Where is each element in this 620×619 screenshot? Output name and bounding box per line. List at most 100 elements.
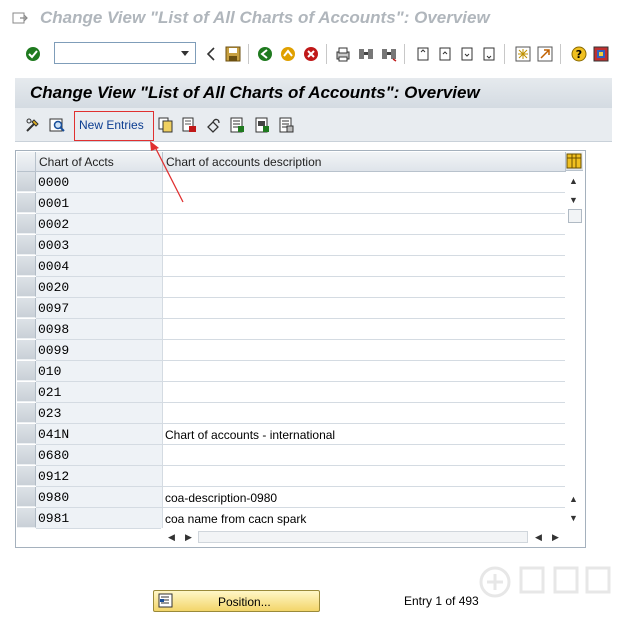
description-cell[interactable] (163, 277, 565, 298)
print-icon[interactable] (334, 45, 352, 63)
help-icon[interactable]: ? (570, 45, 588, 63)
description-cell[interactable] (163, 235, 565, 256)
row-selector[interactable] (17, 277, 36, 297)
select-all-rows-cell[interactable] (17, 152, 36, 172)
description-cell[interactable] (163, 403, 565, 424)
row-selector[interactable] (17, 193, 36, 213)
shortcut-icon[interactable] (536, 45, 554, 63)
row-selector[interactable] (17, 487, 36, 507)
delete-icon[interactable] (180, 116, 198, 134)
table-row[interactable]: 0002 (17, 214, 565, 235)
scroll-right-icon[interactable]: ▶ (552, 532, 559, 543)
table-row[interactable]: 0980 coa-description-0980 (17, 487, 565, 508)
scroll-up-icon[interactable]: ▲ (569, 176, 578, 186)
row-selector[interactable] (17, 382, 36, 402)
scroll-down-icon[interactable]: ▼ (569, 513, 578, 523)
find-icon[interactable] (357, 45, 375, 63)
select-block-icon[interactable] (253, 116, 271, 134)
row-selector[interactable] (17, 235, 36, 255)
table-row[interactable]: 023 (17, 403, 565, 424)
chevron-down-icon[interactable] (178, 45, 192, 61)
row-selector[interactable] (17, 466, 36, 486)
table-row[interactable]: 0003 (17, 235, 565, 256)
scroll-right-icon[interactable]: ▶ (185, 532, 192, 543)
table-row[interactable]: 0099 (17, 340, 565, 361)
table-settings-button[interactable] (566, 152, 583, 171)
details-icon[interactable] (48, 116, 66, 134)
exit-icon[interactable] (279, 45, 297, 63)
table-row[interactable]: 0680 (17, 445, 565, 466)
row-selector[interactable] (17, 445, 36, 465)
row-selector[interactable] (17, 256, 36, 276)
command-field[interactable] (54, 42, 196, 64)
description-cell[interactable] (163, 319, 565, 340)
description-cell[interactable] (163, 172, 565, 193)
description-cell[interactable]: Chart of accounts - international (163, 424, 565, 445)
window-menu-icon[interactable] (12, 10, 28, 26)
table-row[interactable]: 0001 (17, 193, 565, 214)
position-button[interactable]: Position... (153, 590, 320, 612)
column-header-description[interactable]: Chart of accounts description (163, 152, 566, 172)
toolbar-separator (504, 44, 505, 64)
row-selector[interactable] (17, 298, 36, 318)
description-cell[interactable] (163, 298, 565, 319)
previous-page-icon[interactable] (436, 45, 454, 63)
row-selector[interactable] (17, 319, 36, 339)
table-row[interactable]: 0000 (17, 172, 565, 193)
row-selector[interactable] (17, 172, 36, 192)
description-cell[interactable] (163, 214, 565, 235)
description-cell[interactable]: coa name from cacn spark (163, 508, 565, 529)
next-page-icon[interactable] (458, 45, 476, 63)
scroll-left-icon[interactable]: ◀ (168, 532, 175, 543)
table-row[interactable]: 0981 coa name from cacn spark (17, 508, 565, 529)
description-cell[interactable] (163, 256, 565, 277)
find-next-icon[interactable] (380, 45, 398, 63)
scroll-left-icon[interactable]: ◀ (535, 532, 542, 543)
row-selector[interactable] (17, 508, 36, 528)
description-cell[interactable] (163, 340, 565, 361)
table-row[interactable]: 041N Chart of accounts - international (17, 424, 565, 445)
table-row[interactable]: 0912 (17, 466, 565, 487)
select-all-icon[interactable] (228, 116, 246, 134)
description-cell[interactable] (163, 466, 565, 487)
new-entries-button[interactable]: New Entries (79, 118, 144, 132)
table-row[interactable]: 021 (17, 382, 565, 403)
customize-layout-icon[interactable] (592, 45, 610, 63)
display-change-icon[interactable] (24, 116, 42, 134)
chart-of-accts-cell: 010 (36, 361, 163, 382)
scroll-thumb[interactable] (568, 209, 582, 223)
table-row[interactable]: 0004 (17, 256, 565, 277)
chart-of-accts-cell: 0980 (36, 487, 163, 508)
description-cell[interactable] (163, 193, 565, 214)
enter-icon[interactable] (24, 45, 42, 63)
chart-of-accts-cell: 0098 (36, 319, 163, 340)
table-row[interactable]: 0097 (17, 298, 565, 319)
last-page-icon[interactable] (480, 45, 498, 63)
new-session-icon[interactable] (514, 45, 532, 63)
table-row[interactable]: 0098 (17, 319, 565, 340)
copy-as-icon[interactable] (157, 116, 175, 134)
row-selector[interactable] (17, 361, 36, 381)
cancel-icon[interactable] (302, 45, 320, 63)
table-row[interactable]: 010 (17, 361, 565, 382)
back-nav-icon[interactable] (202, 45, 220, 63)
row-selector[interactable] (17, 424, 36, 444)
horizontal-scroll-track[interactable] (198, 531, 528, 543)
vertical-scrollbar[interactable] (566, 172, 583, 526)
column-header-chart-of-accts[interactable]: Chart of Accts (36, 152, 163, 172)
undo-change-icon[interactable] (204, 116, 222, 134)
back-icon[interactable] (256, 45, 274, 63)
row-selector[interactable] (17, 214, 36, 234)
scroll-up-icon[interactable]: ▲ (569, 494, 578, 504)
description-cell[interactable]: coa-description-0980 (163, 487, 565, 508)
deselect-all-icon[interactable] (277, 116, 295, 134)
row-selector[interactable] (17, 340, 36, 360)
description-cell[interactable] (163, 445, 565, 466)
row-selector[interactable] (17, 403, 36, 423)
description-cell[interactable] (163, 382, 565, 403)
scroll-down-icon[interactable]: ▼ (569, 195, 578, 205)
save-icon[interactable] (224, 45, 242, 63)
description-cell[interactable] (163, 361, 565, 382)
first-page-icon[interactable] (414, 45, 432, 63)
table-row[interactable]: 0020 (17, 277, 565, 298)
